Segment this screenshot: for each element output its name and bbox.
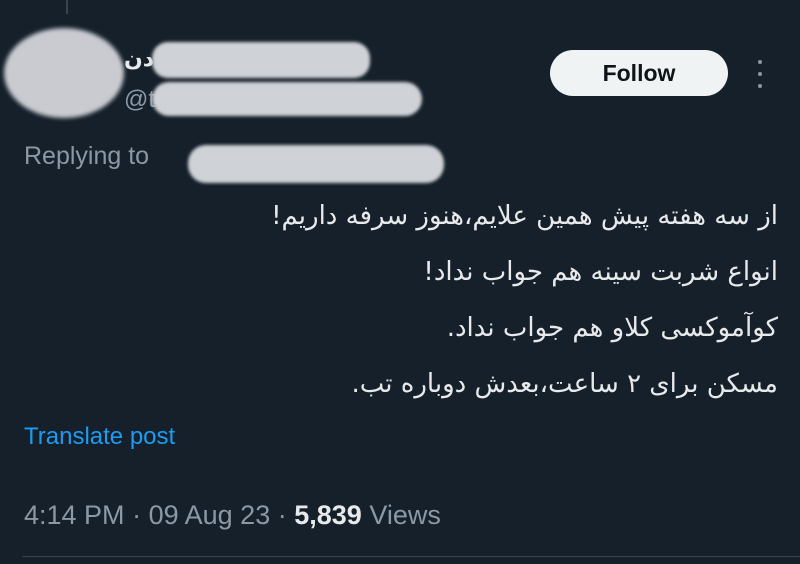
views-count[interactable]: 5,839 <box>294 500 362 530</box>
post-text-line: مسکن برای ۲ ساعت،بعدش دوباره تب. <box>351 369 778 399</box>
meta-separator: · <box>132 500 142 530</box>
translate-post-link[interactable]: Translate post <box>24 423 175 451</box>
replying-to-label: Replying to <box>24 142 150 170</box>
post-text-line: کوآموکسی کلاو هم جواب نداد. <box>446 313 778 343</box>
redacted-reply-handle <box>188 145 444 183</box>
avatar[interactable] <box>4 28 124 118</box>
author-handle[interactable]: @t <box>124 86 155 114</box>
redacted-name <box>152 42 370 78</box>
post-time[interactable]: 4:14 PM <box>24 500 125 530</box>
redacted-handle <box>152 82 422 116</box>
meta-separator: · <box>277 500 287 530</box>
thread-connector-line <box>66 0 68 14</box>
post-date[interactable]: 09 Aug 23 <box>149 500 271 530</box>
follow-button[interactable]: Follow <box>550 50 728 96</box>
divider <box>22 556 800 557</box>
author-name[interactable]: دن <box>124 46 154 72</box>
more-vertical-icon[interactable] <box>750 60 770 88</box>
post-text-line: از سه هفته پیش همین علایم،هنوز سرفه داری… <box>271 201 778 231</box>
post-text-line: انواع شربت سینه هم جواب نداد! <box>423 257 778 287</box>
post-metadata: 4:14 PM · 09 Aug 23 · 5,839 Views <box>24 500 441 531</box>
post-text: از سه هفته پیش همین علایم،هنوز سرفه داری… <box>78 188 778 412</box>
views-label: Views <box>369 500 441 530</box>
